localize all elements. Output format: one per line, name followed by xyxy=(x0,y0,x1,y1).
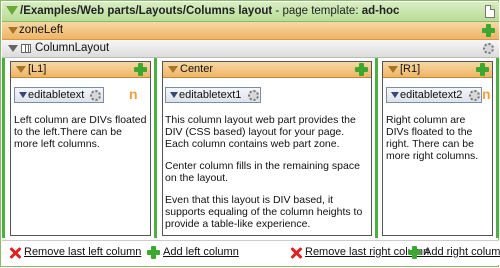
page-frame: /Examples/Web parts/Layouts/Columns layo… xyxy=(0,0,500,267)
left-column-zone: [L1] n editabletext Left column are DIVs… xyxy=(10,61,151,236)
column-divider xyxy=(375,58,378,238)
right-column-text: Right column are DIVs floated to the rig… xyxy=(386,114,490,172)
center-column-zone: Center ut editabletext1 This column layo… xyxy=(162,61,372,236)
webpart-menu-arrow-icon[interactable] xyxy=(8,45,18,52)
template-title-bar: /Examples/Web parts/Layouts/Columns layo… xyxy=(2,2,499,22)
editabletext1-gear-icon[interactable] xyxy=(248,90,259,101)
left-column-add-plus-icon[interactable] xyxy=(134,63,147,76)
remove-left-column-icon[interactable] xyxy=(9,247,21,259)
editabletext-label: editabletext xyxy=(28,89,85,101)
add-left-column-plus-icon[interactable] xyxy=(147,246,160,259)
center-column-menu-arrow-icon[interactable] xyxy=(168,66,178,73)
zone-menu-arrow-icon[interactable] xyxy=(8,27,18,34)
remove-left-column-link[interactable]: Remove last left column xyxy=(24,246,141,258)
webpart-gear-icon[interactable] xyxy=(483,43,494,54)
editabletext-menu-arrow-icon[interactable] xyxy=(19,92,27,98)
left-column-text: Left column are DIVs floated to the left… xyxy=(14,114,148,160)
center-column-header: Center xyxy=(163,62,371,78)
center-paragraph: Center column fills in the remaining spa… xyxy=(165,160,360,184)
template-title: /Examples/Web parts/Layouts/Columns layo… xyxy=(20,5,399,17)
editabletext2-label: editabletext2 xyxy=(400,89,463,101)
add-right-column-link[interactable]: Add right column xyxy=(424,246,500,258)
editabletext2-gear-icon[interactable] xyxy=(469,90,480,101)
right-ghost-text: n xyxy=(482,86,491,102)
column-actions-bar: Remove last left column Add left column … xyxy=(2,240,500,265)
template-name: ad-hoc xyxy=(361,5,400,17)
editabletext2-menu-arrow-icon[interactable] xyxy=(391,92,399,98)
right-column-zone: [R1] n editabletext2 Right column are DI… xyxy=(382,61,493,236)
left-ghost-text: n xyxy=(129,86,138,102)
zone-header: zoneLeft xyxy=(2,22,499,40)
center-paragraph: Even that this layout is DIV based, it s… xyxy=(165,194,363,230)
add-right-column-plus-icon[interactable] xyxy=(408,246,421,259)
center-paragraph: This column layout web part provides the… xyxy=(165,114,356,150)
column-layout-icon xyxy=(21,44,31,53)
column-divider xyxy=(2,58,5,238)
right-paragraph: Right column are DIVs floated to the rig… xyxy=(386,114,479,162)
left-column-header: [L1] xyxy=(11,62,150,78)
center-column-text: This column layout web part provides the… xyxy=(165,114,368,240)
editabletext2-webpart[interactable]: editabletext2 xyxy=(386,87,482,103)
title-menu-arrow-icon[interactable] xyxy=(6,6,18,15)
right-column-label: [R1] xyxy=(400,63,421,75)
column-divider xyxy=(154,58,157,238)
template-path: /Examples/Web parts/Layouts/Columns layo… xyxy=(20,5,273,17)
right-column-menu-arrow-icon[interactable] xyxy=(388,66,398,73)
editabletext1-label: editabletext1 xyxy=(179,89,242,101)
right-column-add-plus-icon[interactable] xyxy=(476,63,489,76)
left-column-label: [L1] xyxy=(28,63,47,75)
left-column-menu-arrow-icon[interactable] xyxy=(16,66,26,73)
edit-template-document-icon[interactable] xyxy=(485,5,495,18)
center-column-add-plus-icon[interactable] xyxy=(355,63,368,76)
left-paragraph: Left column are DIVs floated to the left… xyxy=(14,114,147,150)
webpart-header: ColumnLayout xyxy=(2,40,499,58)
zone-label: zoneLeft xyxy=(19,24,64,36)
add-webpart-plus-icon[interactable] xyxy=(482,24,495,37)
column-divider xyxy=(496,58,499,238)
remove-right-column-icon[interactable] xyxy=(290,247,302,259)
editabletext1-webpart[interactable]: editabletext1 xyxy=(165,87,261,103)
editabletext1-menu-arrow-icon[interactable] xyxy=(170,92,178,98)
right-column-header: [R1] xyxy=(383,62,492,78)
webpart-label: ColumnLayout xyxy=(35,42,110,54)
editabletext-webpart[interactable]: editabletext xyxy=(14,87,104,103)
editabletext-gear-icon[interactable] xyxy=(90,90,101,101)
center-column-label: Center xyxy=(180,63,214,75)
template-separator: - page template: xyxy=(272,5,362,17)
add-left-column-link[interactable]: Add left column xyxy=(163,246,239,258)
